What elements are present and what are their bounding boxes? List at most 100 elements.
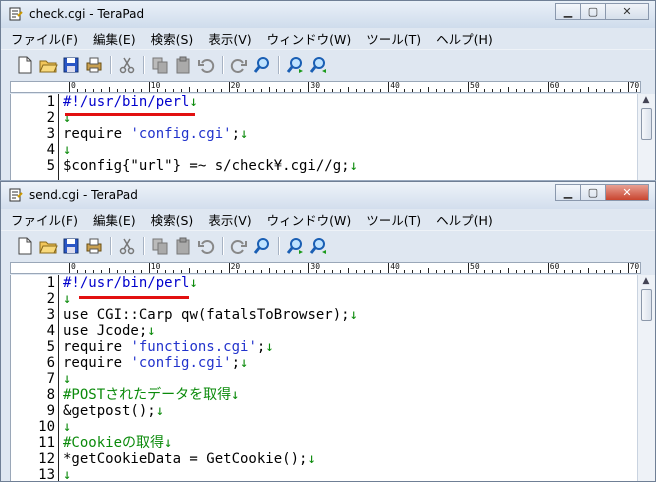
find-prev-button[interactable]: [308, 236, 328, 256]
front-window[interactable]: send.cgi - TeraPad ▁ ▢ ✕ ファイル(F) 編集(E) 検…: [0, 181, 656, 482]
editor-area[interactable]: 1 2 3 4 5 6 7 8 9 10 11 12 13 #!/usr/bin/perl↓ ↓ use C…: [10, 275, 638, 481]
ruler-tick: [196, 89, 198, 92]
code-line[interactable]: ↓: [63, 142, 71, 158]
ruler-label: 10: [150, 81, 161, 90]
code-line[interactable]: $config{"url"} =~ s/check¥.cgi//g;↓: [63, 158, 358, 174]
minimize-button[interactable]: ▁: [555, 3, 581, 20]
code-line[interactable]: #!/usr/bin/perl↓: [63, 94, 198, 110]
ruler-tick: [188, 87, 190, 92]
scroll-thumb[interactable]: [641, 289, 652, 321]
undo-button[interactable]: [196, 55, 216, 75]
scroll-up-icon[interactable]: ▲: [640, 276, 652, 288]
ruler-tick: [595, 270, 597, 273]
paste-button[interactable]: [173, 55, 193, 75]
toolbar: [1, 230, 655, 261]
maximize-button[interactable]: ▢: [580, 184, 606, 201]
toolbar: [1, 49, 655, 80]
code-line[interactable]: require 'functions.cgi';↓: [63, 339, 274, 355]
line-number: 4: [46, 323, 55, 339]
open-folder-button[interactable]: [38, 236, 58, 256]
code-line[interactable]: require 'config.cgi';↓: [63, 126, 248, 142]
menu-window[interactable]: ウィンドウ(W): [267, 210, 352, 229]
scroll-up-icon[interactable]: ▲: [640, 95, 652, 107]
redo-button[interactable]: [229, 236, 249, 256]
redo-icon: [230, 59, 247, 73]
save-button[interactable]: [61, 236, 81, 256]
undo-button[interactable]: [196, 236, 216, 256]
return-mark: ↓: [164, 435, 173, 451]
menu-search[interactable]: 検索(S): [151, 29, 194, 48]
find-next-button[interactable]: [285, 55, 305, 75]
ruler-tick: [452, 270, 454, 273]
return-mark: ↓: [155, 403, 165, 419]
copy-button[interactable]: [150, 55, 170, 75]
new-file-button[interactable]: [15, 55, 35, 75]
cut-button[interactable]: [117, 55, 137, 75]
code-line[interactable]: ↓: [63, 371, 71, 387]
red-underline-annotation: [65, 113, 195, 116]
ruler-tick: [276, 89, 278, 92]
menu-help[interactable]: ヘルプ(H): [436, 210, 493, 229]
vertical-scrollbar[interactable]: ▲: [637, 275, 655, 481]
ruler-tick: [140, 270, 142, 273]
return-mark: ↓: [63, 291, 72, 307]
ruler-tick: [340, 89, 342, 92]
menu-tools[interactable]: ツール(T): [366, 210, 421, 229]
maximize-button[interactable]: ▢: [580, 3, 606, 20]
save-button[interactable]: [61, 55, 81, 75]
code-line[interactable]: use CGI::Carp qw(fatalsToBrowser);↓: [63, 307, 358, 323]
ruler-tick: [563, 89, 565, 92]
code-line[interactable]: &getpost();↓: [63, 403, 164, 419]
close-button[interactable]: ✕: [605, 184, 649, 201]
back-window[interactable]: check.cgi - TeraPad ▁ ▢ ✕ ファイル(F) 編集(E) …: [0, 0, 656, 200]
cut-button[interactable]: [117, 236, 137, 256]
copy-button[interactable]: [150, 236, 170, 256]
line-number: 4: [46, 142, 55, 158]
ruler-tick: [627, 263, 629, 273]
close-button[interactable]: ✕: [605, 3, 649, 20]
scroll-thumb[interactable]: [641, 108, 652, 140]
menu-edit[interactable]: 編集(E): [93, 29, 136, 48]
print-button[interactable]: [84, 55, 104, 75]
menu-search[interactable]: 検索(S): [151, 210, 194, 229]
ruler-tick: [587, 268, 589, 273]
code-line[interactable]: ↓: [63, 419, 71, 435]
code-line[interactable]: #Cookieの取得↓: [63, 435, 172, 451]
title-bar[interactable]: send.cgi - TeraPad ▁ ▢ ✕: [1, 182, 655, 209]
code-line[interactable]: require 'config.cgi';↓: [63, 355, 248, 371]
code-line[interactable]: use Jcode;↓: [63, 323, 156, 339]
ruler-label: 70: [629, 262, 640, 271]
code-line[interactable]: ↓: [63, 467, 71, 481]
menu-tools[interactable]: ツール(T): [366, 29, 421, 48]
find-button[interactable]: [252, 236, 272, 256]
paste-button[interactable]: [173, 236, 193, 256]
menu-window[interactable]: ウィンドウ(W): [267, 29, 352, 48]
code-line[interactable]: #POSTされたデータを取得↓: [63, 387, 240, 403]
menu-help[interactable]: ヘルプ(H): [436, 29, 493, 48]
menu-file[interactable]: ファイル(F): [11, 29, 78, 48]
minimize-button[interactable]: ▁: [555, 184, 581, 201]
ruler-tick: [372, 270, 374, 273]
code-token: $config{"url"} =~ s/check¥.cgi//g;: [63, 158, 350, 174]
find-button[interactable]: [252, 55, 272, 75]
ruler-tick: [412, 89, 414, 92]
find-next-button[interactable]: [285, 236, 305, 256]
toolbar-separator: [143, 237, 145, 255]
print-button[interactable]: [84, 236, 104, 256]
ruler-tick: [444, 89, 446, 92]
title-bar[interactable]: check.cgi - TeraPad ▁ ▢ ✕: [1, 1, 655, 28]
menu-edit[interactable]: 編集(E): [93, 210, 136, 229]
open-folder-button[interactable]: [38, 55, 58, 75]
menu-view[interactable]: 表示(V): [208, 29, 251, 48]
menu-view[interactable]: 表示(V): [208, 210, 251, 229]
code-line[interactable]: *getCookieData = GetCookie();↓: [63, 451, 316, 467]
open-folder-icon: [39, 241, 58, 254]
redo-button[interactable]: [229, 55, 249, 75]
code-line[interactable]: ↓: [63, 291, 71, 307]
new-file-button[interactable]: [15, 236, 35, 256]
open-folder-icon: [39, 60, 58, 73]
code-line[interactable]: #!/usr/bin/perl↓: [63, 275, 198, 291]
find-prev-button[interactable]: [308, 55, 328, 75]
menu-file[interactable]: ファイル(F): [11, 210, 78, 229]
ruler-tick: [460, 270, 462, 273]
